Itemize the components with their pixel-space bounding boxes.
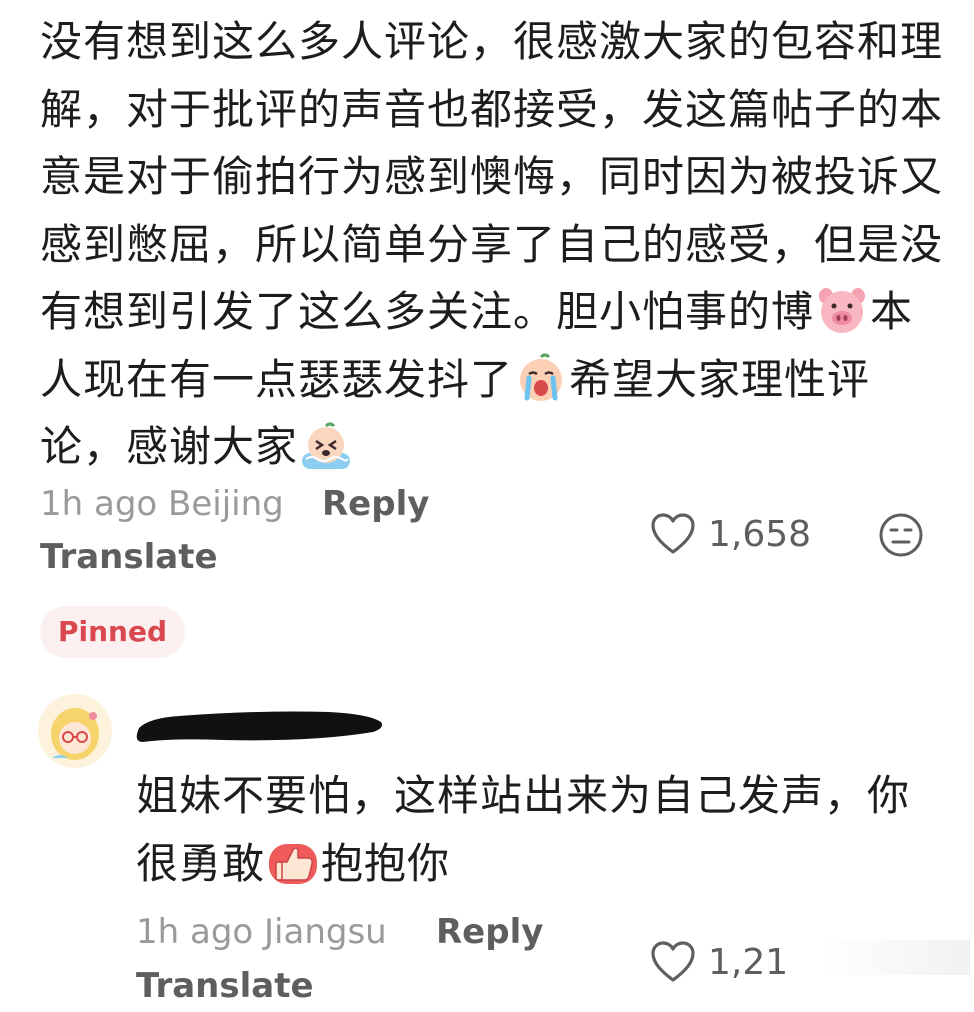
- thumbs-up-icon: [269, 843, 318, 884]
- sobbing-face-icon: [302, 422, 351, 469]
- pinned-badge: Pinned: [40, 606, 186, 658]
- comment-line: 解，对于批评的声音也都接受，发这篇帖子的本: [40, 84, 944, 134]
- comment-line: 很勇敢 抱抱你: [136, 830, 936, 898]
- like-button[interactable]: 1,658: [650, 508, 811, 560]
- comment-line-text: 很勇敢: [136, 838, 266, 888]
- comment-line: 姐妹不要怕，这样站出来为自己发声，你: [136, 771, 911, 820]
- heart-icon: [651, 513, 695, 554]
- like-button[interactable]: 1,21: [650, 936, 788, 988]
- like-count: 1,658: [708, 513, 812, 555]
- comment-line-text: 有想到引发了这么多关注。胆小怕事的博: [40, 287, 815, 336]
- avatar-illustration-icon: [38, 694, 112, 768]
- comment-text: 没有想到这么多人评论，很感激大家的包容和理 解，对于批评的声音也都接受，发这篇帖…: [40, 8, 944, 481]
- crying-face-icon: [520, 353, 563, 401]
- redacted-username: [136, 711, 382, 742]
- comment-line-text: 抱抱你: [321, 838, 451, 888]
- translate-button[interactable]: Translate: [40, 531, 218, 583]
- translate-button[interactable]: Translate: [136, 960, 314, 1012]
- comment-line: 人现在有一点瑟瑟发抖了 希望大家理性评: [40, 346, 930, 414]
- comment-line-text: 希望大家理性评: [569, 354, 871, 404]
- comment-line-text: 人现在有一点瑟瑟发抖了: [40, 354, 514, 404]
- avatar[interactable]: [38, 694, 112, 768]
- comment-1-meta: 1h ago Beijing Reply Translate 1,658: [40, 478, 930, 598]
- pig-face-icon: [819, 288, 866, 333]
- comment-line-text: 论，感谢大家: [40, 422, 299, 471]
- timestamp-location: 1h ago Jiangsu: [136, 912, 387, 952]
- comment-line: 有想到引发了这么多关注。胆小怕事的博 本: [40, 278, 930, 346]
- comment-line: 没有想到这么多人评论，很感激大家的包容和理: [40, 17, 944, 66]
- comment-line-text: 本: [870, 287, 914, 336]
- dislike-face-icon[interactable]: [878, 512, 924, 558]
- reply-button[interactable]: Reply: [436, 906, 543, 958]
- heart-icon: [651, 941, 695, 982]
- comment-2: 姐妹不要怕，这样站出来为自己发声，你 很勇敢 抱抱你: [136, 762, 936, 897]
- timestamp-location: 1h ago Beijing: [40, 484, 284, 524]
- comment-line: 感到憋屈，所以简单分享了自己的感受，但是没: [40, 219, 944, 269]
- comment-line: 论，感谢大家: [40, 413, 930, 481]
- comment-text: 姐妹不要怕，这样站出来为自己发声，你 很勇敢 抱抱你: [136, 762, 936, 897]
- comment-2-meta: 1h ago Jiangsu Reply Translate 1,21: [136, 906, 936, 1006]
- comment-line: 意是对于偷拍行为感到懊悔，同时因为被投诉又: [40, 152, 944, 201]
- comment-1: 没有想到这么多人评论，很感激大家的包容和理 解，对于批评的声音也都接受，发这篇帖…: [40, 8, 944, 481]
- watermark-overlay: [820, 940, 970, 975]
- like-count: 1,21: [708, 941, 789, 983]
- reply-button[interactable]: Reply: [322, 478, 429, 530]
